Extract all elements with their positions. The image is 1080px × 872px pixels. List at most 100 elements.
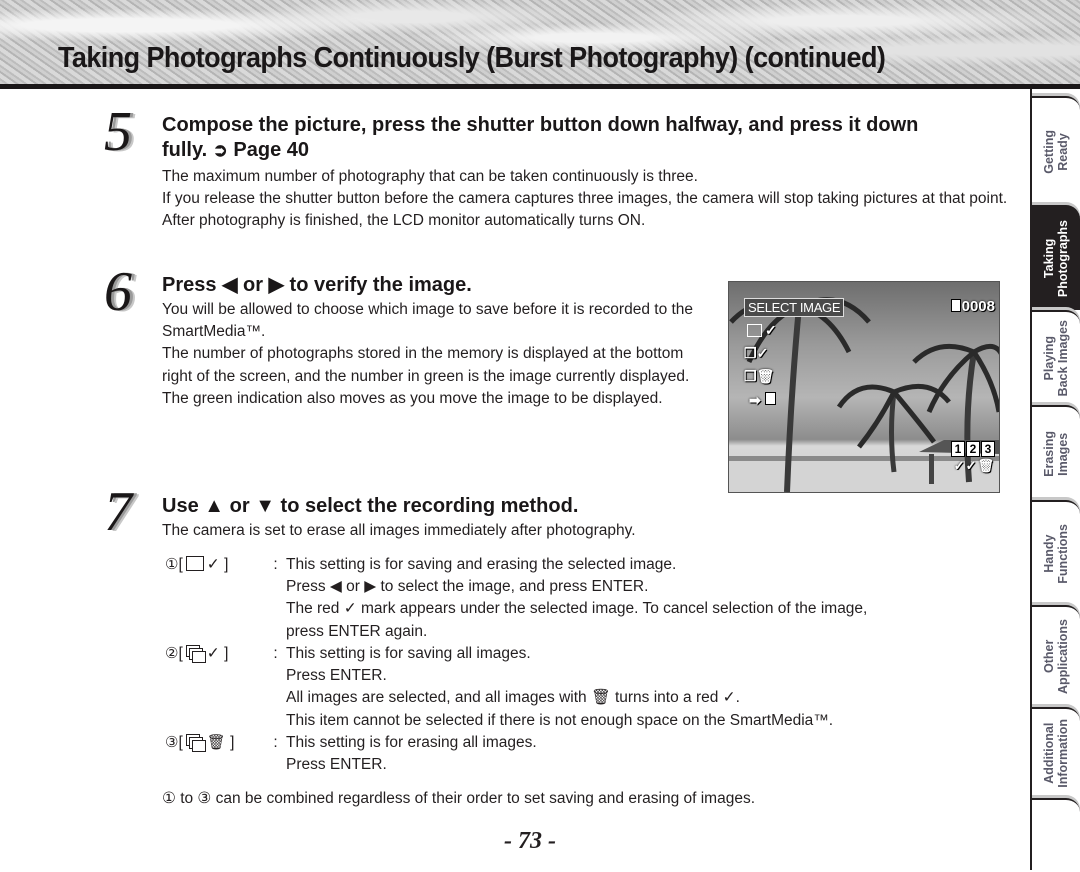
step-6-body: You will be allowed to choose which imag… (162, 299, 707, 410)
step-6-paragraph: The number of photographs stored in the … (162, 345, 690, 385)
step-5-paragraph: After photography is finished, the LCD m… (162, 212, 646, 230)
step-5-heading-line2: fully. (162, 139, 208, 161)
bracket: [ (178, 734, 183, 751)
side-tab-label-wrap: Handy Functions (1032, 502, 1080, 605)
lcd-image-counter: 0008 (950, 298, 995, 315)
step-number-6: 6 (104, 261, 132, 323)
side-tab-erasing-images[interactable]: Erasing Images (1032, 405, 1080, 500)
step-6-heading-suffix: to verify the image. (289, 274, 472, 296)
step-6-heading-prefix: Press (162, 274, 217, 296)
step-5-body: The maximum number of photography that c… (162, 166, 1012, 233)
option-line: This setting is for saving all images. (286, 645, 531, 662)
option-line: press ENTER again. (286, 622, 428, 640)
side-tab-bottom (1032, 798, 1080, 872)
up-arrow-icon: ▲ (204, 495, 225, 517)
step-5-heading-line1: Compose the picture, press the shutter b… (162, 114, 919, 136)
page-number: - 73 - (504, 828, 556, 854)
lcd-image-number: 3 (981, 441, 995, 457)
side-tab-label: Taking Photographs (1042, 219, 1070, 298)
single-image-icon (185, 556, 204, 571)
step-5-paragraph: If you release the shutter button before… (162, 190, 1008, 208)
step-6-heading: Press ◀ or ▶ to verify the image. (162, 273, 472, 298)
side-tab-handy-functions[interactable]: Handy Functions (1032, 500, 1080, 605)
option-line: This setting is for saving and erasing t… (286, 556, 677, 573)
option-line: All images are selected, and all images … (286, 689, 740, 707)
side-tab-taking-photographs[interactable]: Taking Photographs (1032, 205, 1080, 310)
header-divider (0, 84, 1080, 89)
lcd-image-marks: ✓✓🗑 (953, 458, 995, 473)
multi-image-icon: ❐ (744, 345, 757, 361)
option-line: This setting is for erasing all images. (286, 734, 537, 751)
bracket: ] (230, 734, 235, 751)
option-save-all: ②[✓ ] : This setting is for saving all i… (165, 643, 833, 729)
side-tab-additional-information[interactable]: Additional Information (1032, 707, 1080, 798)
option-description: This setting is for erasing all images. … (286, 732, 537, 776)
option-index: ③ (165, 734, 179, 751)
combination-footnote: ① to ③ can be combined regardless of the… (162, 790, 755, 807)
left-arrow-icon: ◀ (222, 274, 238, 296)
step-7-heading-or: or (229, 495, 250, 517)
multi-image-icon (185, 734, 206, 752)
lcd-erase-all-option: ❐🗑 (744, 368, 774, 385)
side-tab-other-applications[interactable]: Other Applications (1032, 605, 1080, 707)
lcd-image-number: 1 (951, 441, 965, 457)
step-number-5: 5 (104, 101, 132, 163)
side-tab-label: Playing Back Images (1042, 320, 1070, 397)
lcd-save-all-option: ❐✓ (744, 345, 768, 362)
option-line: Press ENTER. (286, 756, 387, 774)
multi-image-icon: ❐ (744, 368, 757, 384)
option-save-erase-selected: ①[✓ ] : This setting is for saving and e… (165, 554, 867, 640)
trash-icon: 🗑 (756, 368, 775, 384)
option-key: ②[✓ ] (165, 643, 269, 665)
side-tab-label-wrap: Playing Back Images (1032, 312, 1080, 405)
trash-icon: 🗑 (206, 734, 226, 751)
lcd-image-number: 2 (966, 441, 980, 457)
check-icon: ✓ (756, 345, 769, 361)
page-header: Taking Photographs Continuously (Burst P… (0, 0, 1080, 84)
option-description: This setting is for saving all images. P… (286, 643, 833, 732)
option-index: ② (165, 645, 179, 662)
side-tab-label-wrap: Erasing Images (1032, 407, 1080, 500)
side-tab-label-wrap: Additional Information (1032, 709, 1080, 798)
bracket: ] (224, 645, 229, 662)
down-arrow-icon: ▼ (255, 495, 275, 517)
lcd-select-image-label: SELECT IMAGE (744, 298, 845, 317)
lcd-record-to-card-option: ➡ (749, 392, 776, 409)
option-key: ①[✓ ] (165, 554, 269, 576)
single-image-icon (747, 324, 762, 337)
side-tab-label: Erasing Images (1042, 430, 1070, 477)
option-line: Press ENTER. (286, 667, 387, 685)
side-tab-label: Getting Ready (1042, 129, 1070, 174)
lcd-image-numbers: 123 (950, 440, 995, 458)
side-tab-label-wrap: Other Applications (1032, 607, 1080, 707)
page-reference-arrow-icon: ➲ (212, 140, 228, 160)
side-tab-label: Handy Functions (1042, 523, 1070, 584)
step-6-heading-or: or (243, 274, 264, 296)
step-7-heading-suffix: to select the recording method. (280, 495, 579, 517)
smartmedia-card-icon (950, 299, 961, 312)
option-key: ③[ 🗑 ] (165, 732, 269, 754)
side-tab-playing-back-images[interactable]: Playing Back Images (1032, 310, 1080, 405)
lcd-screen-illustration: SELECT IMAGE 0008 ✓ ❐✓ ❐🗑 ➡ 123 ✓✓🗑 (728, 281, 1000, 493)
lcd-counter-value: 0008 (961, 298, 995, 315)
page-reference-link[interactable]: Page 40 (233, 139, 309, 161)
multi-image-icon (185, 645, 206, 663)
check-icon: ✓ (206, 556, 220, 573)
step-7-heading: Use ▲ or ▼ to select the recording metho… (162, 494, 578, 519)
side-tab-label: Other Applications (1042, 619, 1070, 695)
bracket: [ (178, 556, 183, 573)
option-index: ① (165, 556, 179, 573)
lcd-save-selected-option: ✓ (744, 322, 777, 339)
page-title: Taking Photographs Continuously (Burst P… (58, 42, 886, 74)
option-line: This item cannot be selected if there is… (286, 711, 834, 729)
side-tab-label: Additional Information (1042, 719, 1070, 788)
side-tab-getting-ready[interactable]: Getting Ready (1032, 96, 1080, 205)
step-5-heading: Compose the picture, press the shutter b… (162, 113, 918, 163)
bracket: [ (178, 645, 183, 662)
step-6-paragraph: The green indication also moves as you m… (162, 389, 663, 407)
side-tab-label-wrap: Getting Ready (1032, 98, 1080, 205)
smartmedia-card-icon (764, 392, 776, 405)
step-6-paragraph: You will be allowed to choose which imag… (162, 301, 694, 341)
right-arrow-icon: ▶ (268, 274, 284, 296)
check-icon: ✓ (765, 322, 777, 338)
